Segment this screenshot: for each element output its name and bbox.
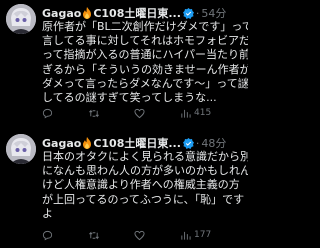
reply-button[interactable] (42, 230, 88, 241)
author-name[interactable]: Gagao (42, 137, 81, 150)
text-line: になんも思わん人の方が多いのかもしれん (42, 164, 248, 178)
timestamp[interactable]: 54分 (201, 5, 226, 21)
views-button[interactable]: 415 (180, 108, 226, 119)
text-line: 日本のオタクによく見られる意識だから別 (42, 150, 248, 163)
author-name[interactable]: Gagao (42, 7, 81, 20)
text-line: って指摘が入るの普通にハイパー当たり前す (42, 48, 248, 62)
post-header: Gagao C108土曜日東... · 54分 (42, 5, 248, 21)
view-count: 177 (194, 230, 212, 240)
reply-button[interactable] (42, 108, 88, 119)
repost-button[interactable] (88, 108, 134, 119)
verified-badge-icon (182, 137, 194, 149)
text-line: よ (42, 206, 53, 220)
text-line: ダメって言ったらダメなんです〜」って謎擁護 (42, 76, 248, 90)
post-text: 日本のオタクによく見られる意識だから別 になんも思わん人の方が多いのかもしれん … (42, 150, 248, 221)
repost-icon (89, 231, 99, 239)
text-line: 原作者が「BL二次創作だけダメです」って公 (42, 20, 248, 33)
post-header: Gagao C108土曜日東... · 48分 (42, 135, 248, 151)
separator-dot: · (195, 6, 200, 20)
repost-button[interactable] (88, 230, 134, 241)
text-line: してるの謎すぎて笑ってしまうな... (42, 91, 217, 105)
post-text: 原作者が「BL二次創作だけダメです」って公 言してる事に対してそれはホモフォビア… (42, 20, 248, 105)
display-name-suffix[interactable]: C108土曜日東... (93, 5, 181, 21)
fire-icon (82, 7, 92, 19)
display-name-suffix[interactable]: C108土曜日東... (93, 135, 181, 151)
post-2-action-bar: 177 (42, 228, 248, 242)
fire-icon (82, 137, 92, 149)
avatar[interactable] (6, 134, 36, 164)
text-line: ぎるから「そういうの効きませーん作者が (42, 62, 248, 76)
repost-icon (89, 109, 99, 117)
separator-dot: · (195, 136, 200, 150)
timestamp[interactable]: 48分 (201, 135, 226, 151)
text-line: けど人権意識より作者への権威主義の方 (42, 178, 240, 192)
views-icon (181, 231, 191, 240)
views-button[interactable]: 177 (180, 230, 226, 241)
heart-icon (134, 108, 145, 118)
reply-icon (42, 230, 53, 240)
text-line: が上回ってるのってふつうに、「恥」です (42, 192, 245, 206)
like-button[interactable] (134, 108, 180, 119)
views-icon (181, 109, 191, 118)
post-1-action-bar: 415 (42, 106, 248, 120)
verified-badge-icon (182, 7, 194, 19)
reply-icon (42, 108, 53, 118)
view-count: 415 (194, 108, 212, 118)
text-line: 言してる事に対してそれはホモフォビアだろ (42, 34, 248, 48)
like-button[interactable] (134, 230, 180, 241)
avatar[interactable] (6, 4, 36, 34)
heart-icon (134, 230, 145, 240)
